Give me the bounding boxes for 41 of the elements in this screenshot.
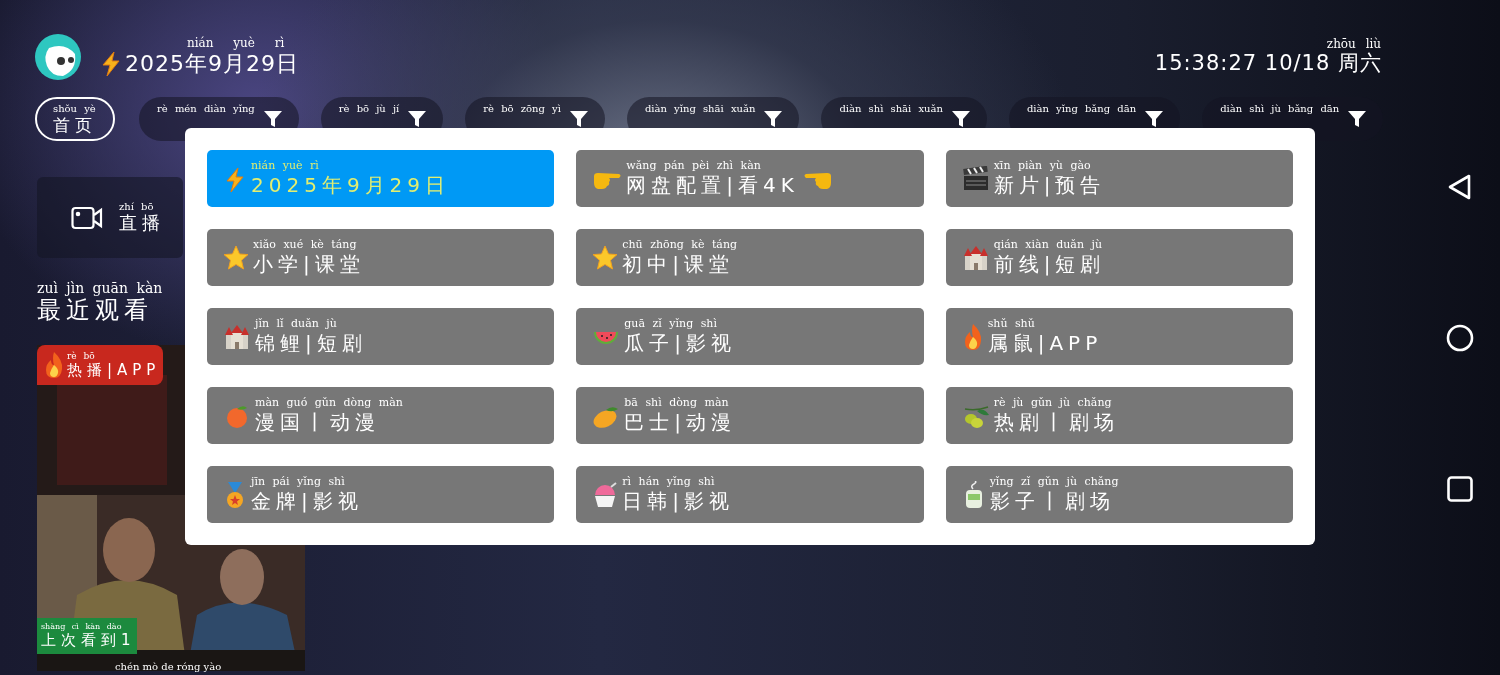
pinyin-label: zuì jìn guān kàn <box>37 280 163 297</box>
date-label: 2025年9月29日 <box>125 50 299 78</box>
lightning-icon <box>99 50 123 76</box>
menu-item[interactable]: chū zhōng kè táng 初中|课堂 <box>576 229 924 286</box>
shaved-ice-icon <box>592 480 619 509</box>
star-icon <box>592 244 619 271</box>
poster-title: chén mò de róng yào <box>115 661 222 672</box>
clock-label: 15:38:27 10/18 周六 <box>1154 51 1382 77</box>
badge-label: 热播|APP <box>67 361 161 380</box>
menu-item[interactable]: yǐng zǐ gǔn jù chǎng 影子丨剧场 <box>945 466 1293 523</box>
star-icon <box>223 244 249 271</box>
logo-icon <box>35 34 81 80</box>
section-heading: 最近观看 <box>37 296 153 325</box>
flame-icon <box>43 350 65 379</box>
pinyin-label: zhōu liù <box>1325 37 1382 52</box>
recents-icon[interactable] <box>1446 475 1474 503</box>
live-card[interactable]: zhí bō 直播 <box>37 177 183 258</box>
menu-item[interactable]: màn guó gǔn dòng màn 漫国丨动漫 <box>207 387 555 444</box>
video-camera-icon <box>71 205 103 230</box>
menu-item[interactable]: jǐn lǐ duǎn jù 锦鲤|短剧 <box>207 308 555 365</box>
castle-icon <box>961 244 990 271</box>
menu-item[interactable]: shǔ shǔ 属鼠|APP <box>945 308 1293 365</box>
menu-item[interactable]: rì hán yǐng shì 日韩|影视 <box>576 466 924 523</box>
menu-item[interactable]: rè jù gǔn jù chǎng 热剧丨剧场 <box>945 387 1293 444</box>
castle-icon <box>223 323 251 350</box>
menu-item[interactable]: xīn piàn yù gào 新片|预告 <box>945 150 1293 207</box>
menu-item[interactable]: wǎng pán pèi zhì kàn 网盘配置|看4K <box>576 150 924 207</box>
menu-item[interactable]: jīn pái yǐng shì 金牌|影视 <box>207 466 555 523</box>
menu-item[interactable]: xiǎo xué kè táng 小学|课堂 <box>207 229 555 286</box>
home-icon[interactable] <box>1446 324 1474 352</box>
lightning-icon <box>223 165 247 192</box>
pinyin-label: rè bō <box>67 350 95 362</box>
menu-item[interactable]: nián yuè rì 2025年9月29日 <box>207 150 555 207</box>
progress-label: 上次看到1 <box>41 631 136 650</box>
menu-item[interactable]: bā shì dòng màn 巴士|动漫 <box>576 387 924 444</box>
tab[interactable]: shǒu yè 首页 <box>35 97 115 141</box>
pinyin-label: shàng cì kàn dào <box>41 622 122 632</box>
clapperboard-icon <box>961 165 990 192</box>
menu-item[interactable]: guā zǐ yǐng shì 瓜子|影视 <box>576 308 924 365</box>
menu-item[interactable]: qián xiàn duǎn jù 前线|短剧 <box>945 229 1293 286</box>
pinyin-label: nián yuè rì <box>186 36 285 51</box>
